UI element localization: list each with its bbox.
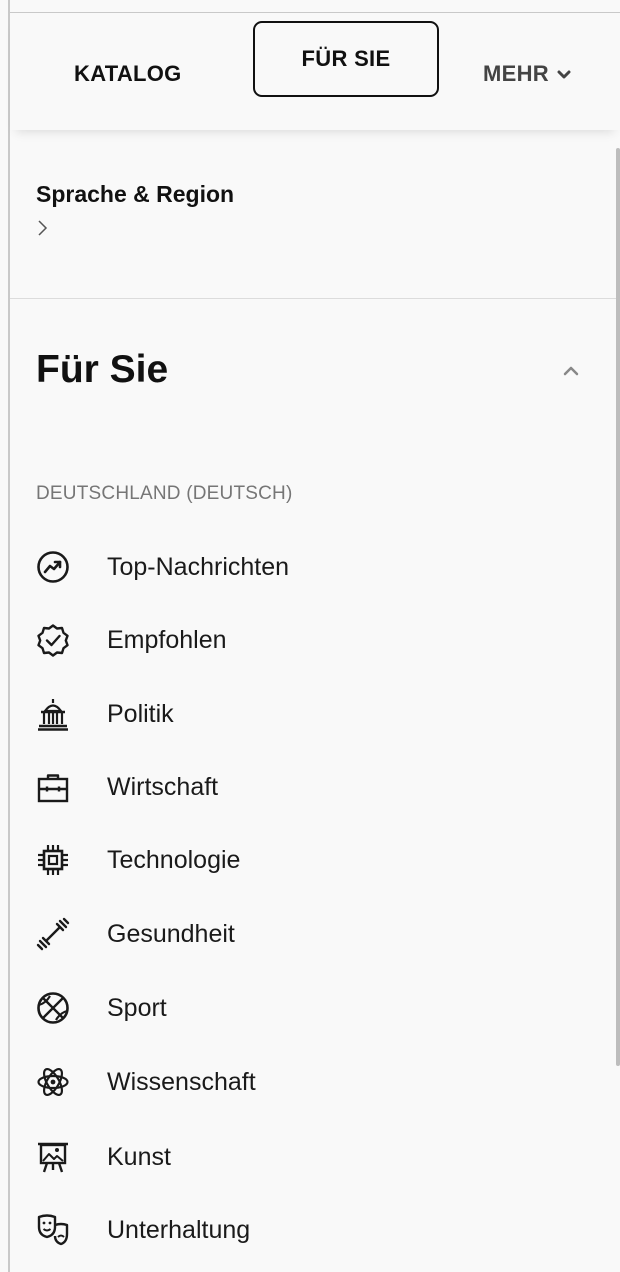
- capitol-icon: [36, 697, 70, 731]
- category-politik[interactable]: Politik: [36, 694, 174, 734]
- chevron-up-icon[interactable]: [560, 363, 582, 377]
- category-label: Sport: [107, 993, 167, 1022]
- nav-fuer-sie-label: FÜR SIE: [301, 46, 391, 71]
- nav-mehr[interactable]: MEHR: [483, 61, 571, 87]
- easel-icon: [36, 1140, 70, 1174]
- category-label: Technologie: [107, 845, 241, 874]
- trending-icon: [36, 550, 70, 584]
- section-title: Für Sie: [36, 348, 169, 391]
- dumbbell-icon: [36, 917, 70, 951]
- category-label: Unterhaltung: [107, 1215, 251, 1244]
- scrollbar[interactable]: [616, 148, 620, 1066]
- category-label: Kunst: [107, 1142, 171, 1171]
- category-label: Wirtschaft: [107, 772, 219, 801]
- category-sport[interactable]: Sport: [36, 988, 167, 1028]
- category-label: Gesundheit: [107, 919, 235, 948]
- category-label: Empfohlen: [107, 625, 227, 654]
- category-label: Top-Nachrichten: [107, 552, 290, 581]
- basketball-icon: [36, 991, 70, 1025]
- category-kunst[interactable]: Kunst: [36, 1137, 171, 1177]
- language-region-title[interactable]: Sprache & Region: [36, 181, 234, 208]
- category-unterhaltung[interactable]: Unterhaltung: [36, 1210, 250, 1250]
- category-wissenschaft[interactable]: Wissenschaft: [36, 1062, 256, 1102]
- divider: [10, 298, 616, 299]
- window-border: [8, 0, 10, 1272]
- chip-icon: [36, 843, 70, 877]
- category-wirtschaft[interactable]: Wirtschaft: [36, 767, 218, 807]
- category-empfohlen[interactable]: Empfohlen: [36, 620, 227, 660]
- badge-check-icon: [36, 623, 70, 657]
- top-navigation: KATALOG FÜR SIE MEHR: [10, 13, 620, 130]
- category-label: Wissenschaft: [107, 1067, 256, 1096]
- nav-katalog[interactable]: KATALOG: [74, 61, 182, 87]
- briefcase-icon: [36, 770, 70, 804]
- category-label: Politik: [107, 699, 174, 728]
- chevron-right-icon[interactable]: [36, 218, 50, 238]
- category-technologie[interactable]: Technologie: [36, 840, 240, 880]
- region-label: DEUTSCHLAND (DEUTSCH): [36, 483, 293, 504]
- nav-fuer-sie[interactable]: FÜR SIE: [253, 21, 439, 97]
- atom-icon: [36, 1065, 70, 1099]
- theater-masks-icon: [36, 1213, 70, 1247]
- category-top-nachrichten[interactable]: Top-Nachrichten: [36, 547, 289, 587]
- category-gesundheit[interactable]: Gesundheit: [36, 914, 235, 954]
- chevron-down-icon: [557, 70, 571, 79]
- nav-mehr-label: MEHR: [483, 61, 549, 86]
